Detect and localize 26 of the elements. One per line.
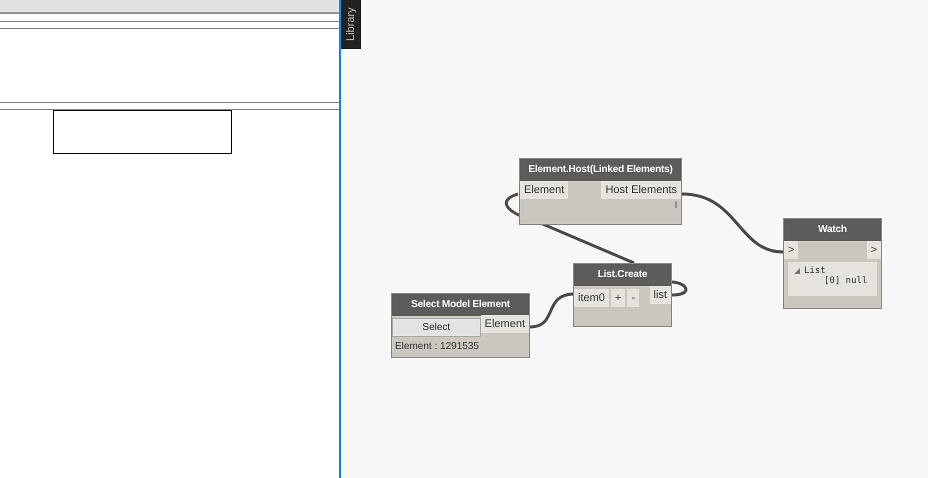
port-button[interactable]: - (627, 289, 640, 307)
wire (672, 280, 688, 296)
node[interactable]: Watch > > List [0] null (783, 218, 882, 309)
node-footer: l (675, 200, 677, 210)
output-port[interactable]: list (650, 286, 671, 304)
tree-label: List (804, 266, 826, 276)
wire (530, 292, 574, 328)
output-port[interactable]: Host Elements (601, 181, 681, 199)
output-port[interactable]: > (866, 241, 881, 259)
node-title: Element.Host(Linked Elements) (520, 159, 681, 181)
library-tab[interactable]: Library (341, 0, 361, 49)
node[interactable]: Element.Host(Linked Elements) Element Host Elements l (519, 158, 682, 225)
expand-icon[interactable] (794, 268, 800, 274)
output-port[interactable]: Element (480, 315, 529, 333)
node[interactable]: List.Create item0 + - list (573, 263, 672, 327)
input-port[interactable]: > (784, 241, 798, 259)
node[interactable]: Select Model Element Select Element Element : 1291535 (391, 293, 530, 358)
node-title: List.Create (574, 264, 671, 286)
input-port[interactable]: Element (520, 181, 568, 199)
node-title: Select Model Element (392, 294, 529, 316)
node-title: Watch (784, 219, 881, 241)
input-port[interactable]: item0 (574, 289, 609, 307)
node-footer: Element : 1291535 (395, 341, 479, 352)
select-button[interactable]: Select (392, 318, 481, 337)
tree-item: [0] null (824, 276, 868, 286)
port-button[interactable]: + (610, 289, 626, 307)
